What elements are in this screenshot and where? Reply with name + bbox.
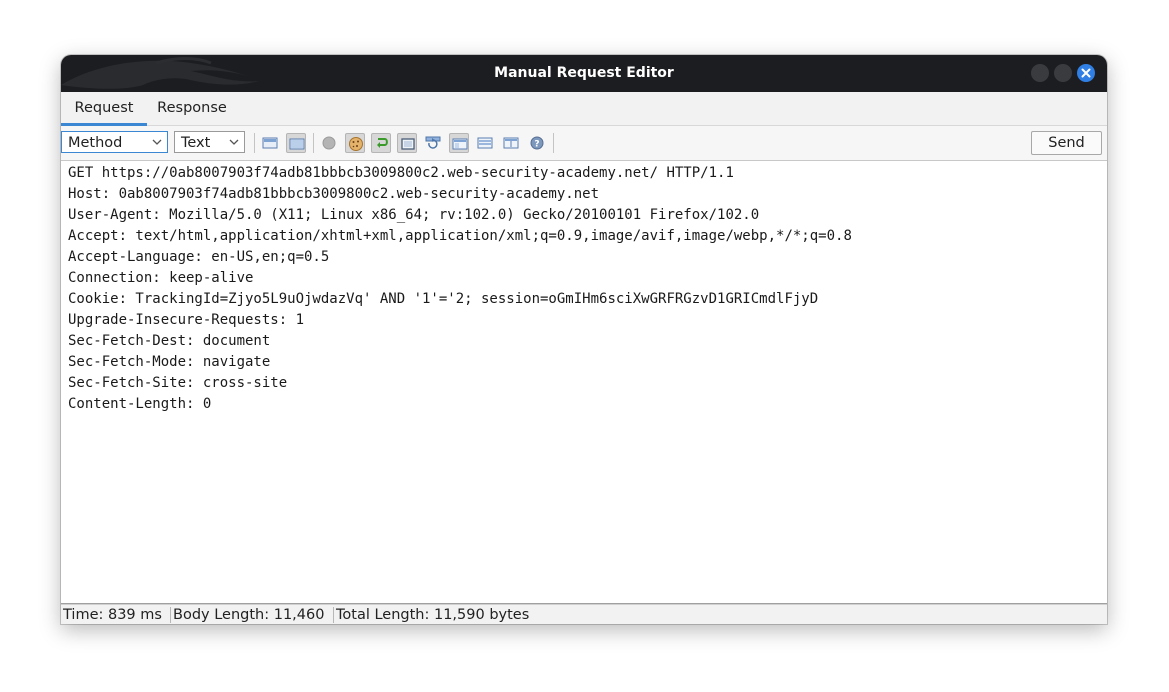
panel-top-icon: [262, 137, 278, 149]
chevron-down-icon: [229, 139, 239, 145]
request-line: Cookie: TrackingId=Zjyo5L9uOjwdazVq' AND…: [68, 291, 819, 307]
window-title: Manual Request Editor: [494, 65, 674, 81]
request-line: Host: 0ab8007903f74adb81bbbcb3009800c2.w…: [68, 186, 600, 202]
tab-response[interactable]: Response: [149, 92, 235, 123]
status-separator: [170, 607, 171, 623]
request-line: User-Agent: Mozilla/5.0 (X11; Linux x86_…: [68, 207, 760, 223]
help-icon: ?: [530, 136, 544, 150]
view-request-button[interactable]: [260, 133, 280, 153]
close-icon: [1081, 68, 1091, 78]
horizontal-layout-button[interactable]: [475, 133, 495, 153]
cookie-icon: [349, 137, 363, 151]
maximize-button[interactable]: [1054, 64, 1072, 82]
fullscreen-button[interactable]: [397, 133, 417, 153]
window-icon: [452, 138, 468, 150]
toolbar-separator: [313, 133, 314, 153]
view-split-button[interactable]: [286, 133, 306, 153]
status-time: Time: 839 ms: [63, 607, 162, 623]
request-line: Sec-Fetch-Site: cross-site: [68, 375, 288, 391]
send-button[interactable]: Send: [1031, 131, 1102, 155]
help-button[interactable]: ?: [527, 133, 547, 153]
vertical-layout-button[interactable]: [501, 133, 521, 153]
minimize-button[interactable]: [1031, 64, 1049, 82]
toolbar-separator: [553, 133, 554, 153]
status-body-length: Body Length: 11,460: [173, 607, 325, 623]
request-response-tabs: Request Response: [61, 92, 1107, 126]
redirect-arrow-icon: [377, 138, 388, 148]
status-total-length: Total Length: 11,590 bytes: [336, 607, 530, 623]
format-select-value: Text: [181, 135, 211, 151]
request-editor[interactable]: GET https://0ab8007903f74adb81bbbcb30098…: [61, 161, 1107, 604]
toolbar-separator: [254, 133, 255, 153]
request-line: Accept: text/html,application/xhtml+xml,…: [68, 228, 852, 244]
toolbar: Method Text ? Send: [61, 126, 1107, 161]
request-line: Connection: keep-alive: [68, 270, 254, 286]
close-button[interactable]: [1077, 64, 1095, 82]
tab-request[interactable]: Request: [61, 92, 147, 126]
request-line: GET https://0ab8007903f74adb81bbbcb30098…: [68, 165, 734, 181]
tab-view-button[interactable]: [449, 133, 469, 153]
svg-text:?: ?: [534, 140, 539, 150]
request-line: Sec-Fetch-Mode: navigate: [68, 354, 271, 370]
request-line: Content-Length: 0: [68, 396, 212, 412]
request-line: Accept-Language: en-US,en;q=0.5: [68, 249, 330, 265]
rows-layout-icon: [477, 137, 493, 149]
break-button[interactable]: [319, 133, 339, 153]
columns-layout-icon: [503, 137, 519, 149]
format-select[interactable]: Text: [174, 131, 245, 153]
gray-circle-icon: [322, 136, 336, 150]
panel-split-icon: [289, 138, 305, 150]
title-bar[interactable]: Manual Request Editor: [61, 55, 1107, 92]
follow-redirect-button[interactable]: [371, 133, 391, 153]
refresh-button[interactable]: [423, 133, 443, 153]
frame-icon: [401, 138, 415, 150]
request-line: Upgrade-Insecure-Requests: 1: [68, 312, 305, 328]
method-select-value: Method: [68, 135, 123, 151]
method-select[interactable]: Method: [61, 131, 168, 153]
manual-request-editor-window: Manual Request Editor Request Response M…: [61, 55, 1107, 624]
refresh-tab-icon: [425, 136, 441, 149]
status-bar: Time: 839 ms Body Length: 11,460 Total L…: [61, 604, 1107, 624]
request-line: Sec-Fetch-Dest: document: [68, 333, 271, 349]
status-separator: [333, 607, 334, 623]
chevron-down-icon: [152, 139, 162, 145]
cookie-button[interactable]: [345, 133, 365, 153]
